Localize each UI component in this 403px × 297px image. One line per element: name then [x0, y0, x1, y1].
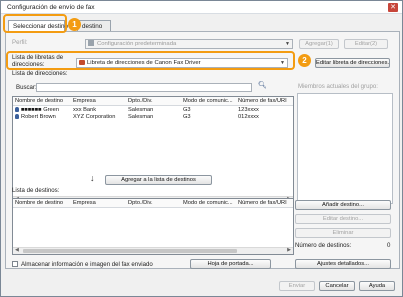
tab-destination[interactable]: destino	[77, 20, 111, 31]
chevron-down-icon: ▼	[280, 60, 285, 66]
cell-text: Robert Brown	[21, 114, 56, 120]
add-destination-button[interactable]: Añadir destino...	[295, 200, 391, 210]
column-header[interactable]: Empresa	[73, 200, 96, 206]
tab-label: destino	[82, 23, 103, 30]
column-header[interactable]: Modo de comunic...	[183, 200, 233, 206]
profile-add-button[interactable]: Agregar(1)	[299, 39, 339, 49]
row-dept-cell: Salesman	[128, 114, 154, 120]
cancel-button[interactable]: Cancelar	[319, 281, 355, 291]
row-name-cell: Robert Brown	[15, 114, 56, 120]
address-list-label: Lista de direcciones:	[12, 70, 68, 77]
row-dept-cell: Salesman	[128, 107, 154, 113]
group-members-label: Miembros actuales del grupo:	[298, 83, 378, 90]
row-mode-cell: G3	[183, 107, 191, 113]
detailed-settings-button[interactable]: Ajustes detallados...	[295, 259, 391, 269]
callout-badge-2: 2	[298, 54, 311, 67]
destination-count-label: Número de destinos:	[295, 242, 352, 249]
row-mode-cell: G3	[183, 114, 191, 120]
remove-destination-button[interactable]: Eliminar	[295, 228, 391, 238]
address-list-header: Nombre de destino Empresa Dpto./Div. Mod…	[13, 97, 293, 106]
help-button[interactable]: Ayuda	[359, 281, 395, 291]
select-destination-panel: Perfil: Configuración predeterminada ▼ A…	[5, 31, 400, 269]
close-icon: ✕	[390, 4, 396, 11]
profile-edit-button[interactable]: Editar(2)	[344, 39, 388, 49]
callout-badge-1: 1	[68, 18, 81, 31]
row-name-cell: ■■■■■■ Green	[15, 107, 59, 113]
destination-list[interactable]: Nombre de destino Empresa Dpto./Div. Mod…	[12, 198, 294, 255]
window-title: Configuración de envío de fax	[7, 4, 95, 11]
address-book-label: Lista de libretas de direcciones:	[12, 54, 64, 68]
title-bar: Configuración de envío de fax ✕	[1, 1, 402, 14]
destination-list-label: Lista de destinos:	[12, 187, 60, 194]
profile-select[interactable]: Configuración predeterminada ▼	[85, 39, 293, 49]
profile-label: Perfil:	[12, 39, 28, 46]
edit-address-book-button[interactable]: Editar libreta de direcciones...	[315, 58, 390, 68]
column-header[interactable]: Modo de comunic...	[183, 98, 233, 104]
person-icon	[15, 107, 19, 112]
cell-text: ■■■■■■ Green	[21, 107, 59, 113]
row-company-cell: XYZ Corporation	[73, 114, 116, 120]
scroll-left-icon[interactable]: ◀	[15, 247, 19, 253]
store-fax-checkbox[interactable]	[12, 261, 18, 267]
scroll-thumb[interactable]	[23, 249, 237, 253]
profile-value: Configuración predeterminada	[97, 41, 177, 47]
edit-destination-button[interactable]: Editar destino...	[295, 214, 391, 224]
store-fax-label: Almacenar información e imagen del fax e…	[21, 261, 153, 268]
chevron-down-icon: ▼	[285, 41, 290, 47]
tab-label: Seleccionar destino	[13, 23, 68, 30]
search-input[interactable]	[36, 83, 252, 92]
address-book-icon	[79, 60, 85, 65]
row-fax-cell: 123xxxx	[238, 107, 259, 113]
add-to-destination-list-button[interactable]: Agregar a la lista de destinos	[105, 175, 212, 185]
search-icon[interactable]: 🔍︎	[258, 81, 267, 89]
column-header[interactable]: Número de fax/URI	[238, 200, 287, 206]
row-company-cell: xxx Bank	[73, 107, 97, 113]
row-fax-cell: 012xxxx	[238, 114, 259, 120]
tab-select-destination[interactable]: Seleccionar destino	[8, 20, 68, 31]
column-header[interactable]: Dpto./Div.	[128, 98, 153, 104]
search-label: Buscar:	[16, 84, 37, 91]
column-header[interactable]: Nombre de destino	[15, 98, 63, 104]
destination-list-header: Nombre de destino Empresa Dpto./Div. Mod…	[13, 199, 293, 208]
destination-list-hscrollbar[interactable]: ◀ ▶	[13, 247, 293, 254]
scroll-right-icon[interactable]: ▶	[287, 247, 291, 253]
column-header[interactable]: Nombre de destino	[15, 200, 63, 206]
table-row[interactable]: ■■■■■■ Green xxx Bank Salesman G3 123xxx…	[13, 107, 293, 114]
person-icon	[15, 114, 19, 119]
destination-count-value: 0	[387, 242, 391, 249]
table-row[interactable]: Robert Brown XYZ Corporation Salesman G3…	[13, 114, 293, 121]
cover-sheet-button[interactable]: Hoja de portada...	[190, 259, 271, 269]
fax-settings-window: Configuración de envío de fax ✕ Seleccio…	[0, 0, 403, 297]
send-button[interactable]: Enviar	[279, 281, 315, 291]
down-arrow-icon: ↓	[90, 173, 95, 183]
column-header[interactable]: Dpto./Div.	[128, 200, 153, 206]
close-button[interactable]: ✕	[388, 3, 398, 12]
profile-document-icon	[88, 40, 94, 46]
group-members-list[interactable]	[297, 93, 393, 204]
column-header[interactable]: Empresa	[73, 98, 96, 104]
address-book-select[interactable]: Libreta de direcciones de Canon Fax Driv…	[76, 58, 288, 68]
address-book-value: Libreta de direcciones de Canon Fax Driv…	[87, 60, 201, 66]
column-header[interactable]: Número de fax/URI	[238, 98, 287, 104]
